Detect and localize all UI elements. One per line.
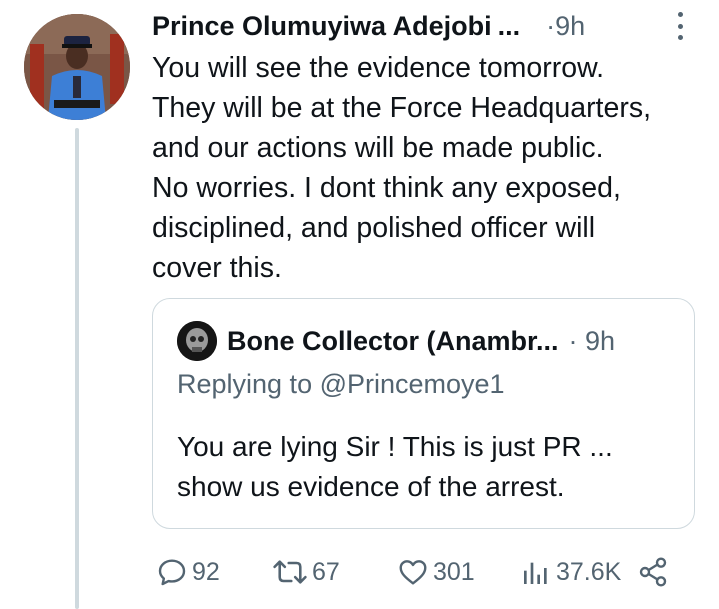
like-button[interactable]: 301 <box>397 552 475 592</box>
reply-count: 92 <box>192 557 220 586</box>
views-button[interactable]: 37.6K <box>520 552 621 592</box>
share-icon <box>639 557 667 587</box>
quoted-author-avatar <box>177 321 217 361</box>
officer-portrait <box>24 14 130 120</box>
retweet-icon <box>273 560 307 584</box>
thread-line <box>75 128 79 609</box>
like-count: 301 <box>433 557 475 586</box>
replying-to-label: Replying to @Princemoye1 <box>177 369 505 399</box>
quoted-tweet-card[interactable]: Bone Collector (Anambr... · 9h Replying … <box>152 298 695 529</box>
quoted-tweet-text: You are lying Sir ! This is just PR ... … <box>177 431 613 502</box>
tweet-text: You will see the evidence tomorrow. They… <box>152 52 651 284</box>
quoted-tweet-timestamp: · 9h <box>568 325 616 356</box>
tweet-header: Prince Olumuyiwa Adejobi ... ·9h <box>152 6 697 46</box>
skull-avatar-image <box>177 321 217 361</box>
retweet-button[interactable]: 67 <box>272 552 340 592</box>
quoted-author-name: Bone Collector (Anambr... <box>227 325 559 356</box>
author-name[interactable]: Prince Olumuyiwa Adejobi <box>152 11 492 42</box>
share-button[interactable] <box>637 552 669 592</box>
views-chart-icon <box>524 562 547 584</box>
reply-icon <box>158 559 186 586</box>
reply-button[interactable]: 92 <box>156 552 220 592</box>
tweet-action-bar: 92 67 301 37.6K <box>152 552 692 592</box>
more-vertical-icon[interactable] <box>670 12 690 40</box>
tweet-timestamp[interactable]: ·9h <box>546 11 585 42</box>
retweet-count: 67 <box>312 557 340 586</box>
quoted-tweet-header: Bone Collector (Anambr... · 9h <box>227 321 687 361</box>
author-name-ellipsis: ... <box>497 10 521 41</box>
author-avatar[interactable] <box>24 14 130 120</box>
view-count: 37.6K <box>556 557 622 586</box>
heart-icon <box>399 560 427 585</box>
